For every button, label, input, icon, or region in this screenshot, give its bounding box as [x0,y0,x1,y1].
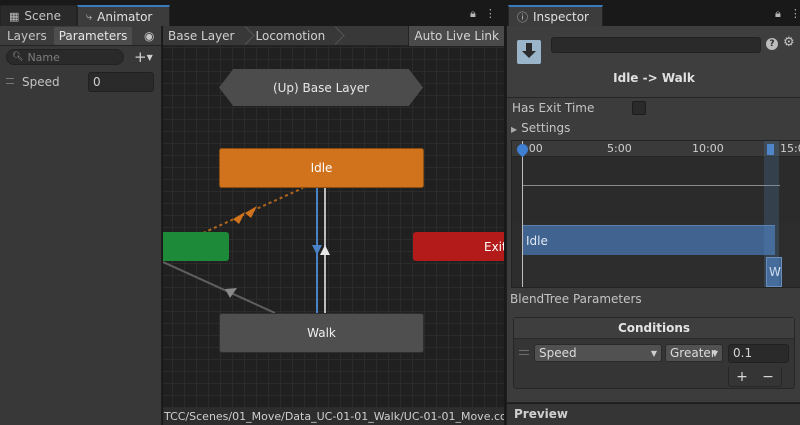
transition-entry-walk[interactable] [163,261,276,314]
state-entry[interactable] [163,232,229,261]
state-walk[interactable]: Walk [219,313,424,353]
timeline-clip-idle[interactable]: Idle [522,225,775,255]
condition-parameter-value: Speed [539,346,577,360]
has-exit-time-label: Has Exit Time [512,101,595,115]
tab-inspector[interactable]: ⓘ Inspector [508,5,603,26]
inspector-panel: ? ⚙ Idle -> Walk Has Exit Time ▶ Settings… [506,26,800,425]
settings-label: Settings [521,121,571,135]
preview-resize-handle[interactable] [507,403,800,406]
has-exit-time-checkbox[interactable] [632,101,646,115]
left-tab-bar: ▦ Scene ⤷ Animator 🔒︎ ⋮ [0,0,505,26]
chevron-down-icon: ▼ [146,53,153,62]
parameters-panel: Layers Parameters ◉ 🔍︎ +▼ Speed 0 [0,26,162,425]
transition-arrow [225,288,237,298]
blendtree-parameters-label: BlendTree Parameters [510,292,642,306]
left-tab-tools: 🔒︎ ⋮ [470,7,496,21]
tab-inspector-label: Inspector [533,9,589,24]
tab-parameters[interactable]: Parameters [53,26,133,45]
tab-animator[interactable]: ⤷ Animator [77,5,170,26]
right-tab-tools: 🔒︎ ⋮ [775,7,800,21]
auto-live-link-toggle[interactable]: Auto Live Link [408,26,504,46]
timeline-parameter-line [522,185,780,186]
breadcrumb-locomotion[interactable]: Locomotion [251,29,333,43]
transition-arrow [245,206,257,218]
transition-arrow [312,245,322,255]
transition-name-field[interactable] [551,37,761,53]
info-icon: ⓘ [517,10,528,24]
chevron-down-icon: ▼ [711,349,718,358]
breadcrumb-base-layer[interactable]: Base Layer [163,29,242,43]
transition-icon [517,40,541,64]
breadcrumb-separator [242,26,251,46]
preview-label: Preview [514,407,569,421]
tab-scene[interactable]: ▦ Scene [0,5,77,26]
tab-animator-label: Animator [97,9,153,24]
condition-row[interactable]: Speed ▼ Greater ▼ 0.1 [514,343,794,365]
transition-end-marker[interactable] [767,144,774,155]
parameter-search-row: 🔍︎ +▼ [0,47,162,67]
chevron-down-icon: ▼ [650,349,657,358]
search-icon: 🔍︎ [12,52,24,62]
state-up-base-layer[interactable]: (Up) Base Layer [219,69,423,106]
transition-arrow [320,245,330,255]
tick-label: 5:00 [607,142,632,155]
chevron-right-icon: ▶ [511,125,518,134]
state-idle[interactable]: Idle [219,148,424,188]
conditions-add-remove: + − [728,367,782,387]
inspector-header: ? ⚙ Idle -> Walk [507,26,800,98]
lock-icon[interactable]: 🔒︎ [470,7,476,21]
transition-timeline[interactable]: :00 5:00 10:00 15:0 Idle Wa [511,140,800,288]
right-tab-bar: ⓘ Inspector 🔒︎ ⋮ [505,0,800,26]
timeline-ruler: :00 5:00 10:00 15:0 [512,141,800,157]
more-menu-icon[interactable]: ⋮ [790,7,800,21]
condition-threshold-field[interactable]: 0.1 [728,344,789,363]
settings-foldout[interactable]: ▶ Settings [511,121,570,135]
tab-layers[interactable]: Layers [2,27,52,45]
tick-label: 15:0 [780,142,800,155]
inspector-title: Idle -> Walk [613,71,695,85]
lock-icon[interactable]: 🔒︎ [775,7,781,21]
parameter-search-input[interactable] [27,50,118,64]
remove-condition-button[interactable]: − [762,369,774,385]
help-icon[interactable]: ? [766,38,778,50]
transition-blend-region[interactable] [764,141,779,287]
parameter-row: Speed 0 [0,70,162,94]
preview-header[interactable]: Preview [507,402,800,425]
drag-handle-icon[interactable] [6,78,14,84]
tick-label: 10:00 [692,142,724,155]
eye-icon[interactable]: ◉ [144,29,154,43]
parameter-value-field[interactable]: 0 [88,72,154,92]
conditions-header: Conditions [514,318,794,339]
condition-operator-value: Greater [670,346,716,360]
condition-parameter-dropdown[interactable]: Speed ▼ [534,344,662,362]
state-exit[interactable]: Exit [413,232,504,261]
breadcrumb-separator [332,26,341,46]
transition-arrow [233,212,245,224]
timeline-track [512,157,800,223]
parameter-name[interactable]: Speed [22,75,60,89]
parameter-search[interactable]: 🔍︎ [6,49,124,65]
timeline-playhead[interactable] [522,141,523,287]
gear-icon[interactable]: ⚙ [783,35,795,50]
grid-icon: ▦ [9,9,20,23]
add-parameter-button[interactable]: +▼ [134,48,153,66]
tab-scene-label: Scene [24,9,61,23]
condition-operator-dropdown[interactable]: Greater ▼ [665,344,723,362]
add-condition-button[interactable]: + [736,369,748,385]
more-menu-icon[interactable]: ⋮ [485,7,496,21]
layers-parameters-tabs: Layers Parameters ◉ [0,26,161,46]
asset-path: TCC/Scenes/01_Move/Data_UC-01-01_Walk/UC… [163,408,504,425]
animator-graph[interactable]: (Up) Base Layer Idle Exit Walk Base Laye… [163,26,504,425]
drag-handle-icon[interactable] [519,350,529,355]
breadcrumb: Base Layer Locomotion Auto Live Link [163,26,504,46]
animator-icon: ⤷ [86,9,93,23]
